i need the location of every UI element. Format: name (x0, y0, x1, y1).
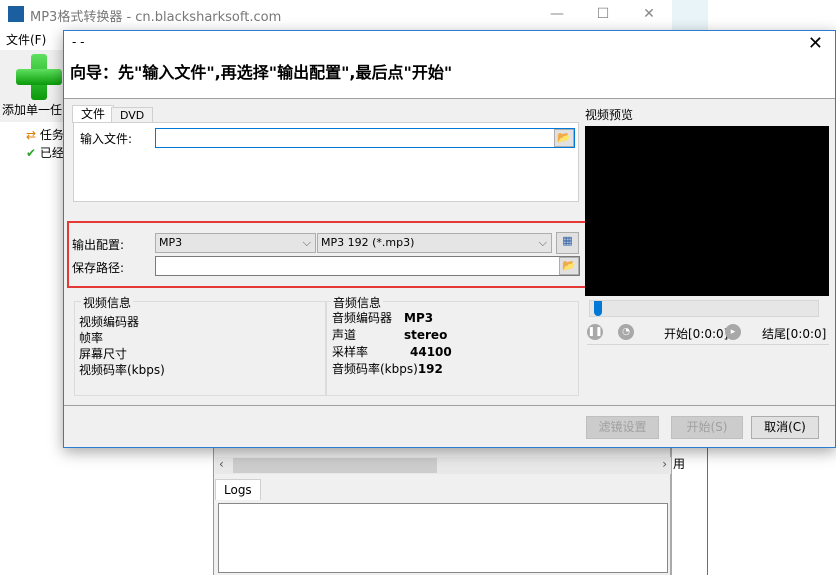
profile-select[interactable]: MP3 192 (*.mp3) ⌵ (317, 233, 552, 253)
app-icon (8, 6, 24, 22)
scroll-left-icon[interactable]: ‹ (219, 457, 224, 471)
video-info-list: 视频编码器 帧率 屏幕尺寸 视频码率(kbps) (79, 315, 165, 377)
edit-profile-icon[interactable]: ▦ (556, 232, 579, 254)
minimize-button[interactable]: — (534, 0, 580, 28)
preview-title: 视频预览 (585, 108, 634, 122)
save-path-field[interactable]: 📂 (155, 256, 580, 276)
filter-settings-button[interactable]: 滤镜设置 (586, 416, 659, 439)
partial-label: 用 (673, 457, 686, 471)
start-time-label: 开始[0:0:0] (664, 327, 729, 341)
dialog-title: - - (72, 35, 85, 49)
save-path-label: 保存路径: (72, 261, 125, 275)
footer-divider (64, 405, 835, 406)
end-time-label: 结尾[0:0:0] (762, 327, 827, 341)
format-select[interactable]: MP3 ⌵ (155, 233, 316, 253)
scroll-right-icon[interactable]: › (662, 457, 667, 471)
add-icon[interactable] (16, 54, 62, 100)
convert-icon: ⇄ (26, 128, 37, 142)
open-folder-icon[interactable]: 📂 (554, 129, 574, 147)
mark-start-icon[interactable]: ◔ (618, 324, 634, 340)
tree-item-tasks[interactable]: ⇄ 任务 (10, 126, 64, 144)
output-config-label: 输出配置: (72, 238, 125, 252)
main-title: MP3格式转换器 - cn.blacksharksoft.com (30, 10, 282, 25)
tab-panel-file: 输入文件: 📂 (73, 122, 579, 202)
lower-panel: ‹ › Logs (213, 447, 672, 575)
pause-icon[interactable]: ❚❚ (587, 324, 603, 340)
horizontal-scrollbar[interactable]: ‹ › (215, 457, 671, 474)
chevron-down-icon: ⌵ (302, 236, 311, 249)
divider (587, 344, 829, 345)
audio-info-list: 音频编码器 MP3 声道 stereo 采样率 44100 音频码率(kbps)192 (332, 311, 452, 376)
start-button[interactable]: 开始(S) (671, 416, 743, 439)
slider-thumb[interactable] (594, 301, 602, 316)
close-main-button[interactable]: ✕ (626, 0, 672, 28)
scrollbar-thumb[interactable] (233, 458, 437, 473)
close-dialog-button[interactable]: ✕ (808, 33, 823, 54)
check-icon: ✔ (26, 146, 37, 160)
input-file-field[interactable]: 📂 (155, 128, 575, 148)
dialog-header: - - ✕ 向导：先"输入文件",再选择"输出配置",最后点"开始" (64, 31, 835, 99)
logs-box[interactable] (218, 503, 668, 573)
output-config-highlight (67, 221, 587, 288)
tree-item-done[interactable]: ✔ 已经 (10, 144, 64, 162)
scroll-up-button[interactable] (672, 0, 708, 30)
wizard-instructions: 向导：先"输入文件",再选择"输出配置",最后点"开始" (70, 63, 453, 82)
task-tree: ⇄ 任务 ✔ 已经 (10, 126, 64, 162)
add-single-task-label[interactable]: 添加单一任 (2, 101, 62, 118)
video-info-title: 视频信息 (81, 294, 134, 311)
tab-logs[interactable]: Logs (215, 479, 261, 500)
seek-slider[interactable] (589, 300, 819, 317)
mark-end-icon[interactable]: ▸ (725, 324, 741, 340)
cancel-button[interactable]: 取消(C) (751, 416, 819, 439)
audio-info-title: 音频信息 (331, 294, 384, 311)
wizard-dialog: - - ✕ 向导：先"输入文件",再选择"输出配置",最后点"开始" 文件 DV… (63, 30, 836, 448)
tab-file[interactable]: 文件 (72, 105, 115, 123)
menu-file[interactable]: 文件(F) (6, 31, 46, 48)
maximize-button[interactable]: ☐ (580, 0, 626, 28)
video-preview (585, 126, 829, 296)
input-file-label: 输入文件: (80, 132, 133, 146)
open-folder-icon[interactable]: 📂 (559, 257, 579, 275)
chevron-down-icon: ⌵ (538, 236, 547, 249)
